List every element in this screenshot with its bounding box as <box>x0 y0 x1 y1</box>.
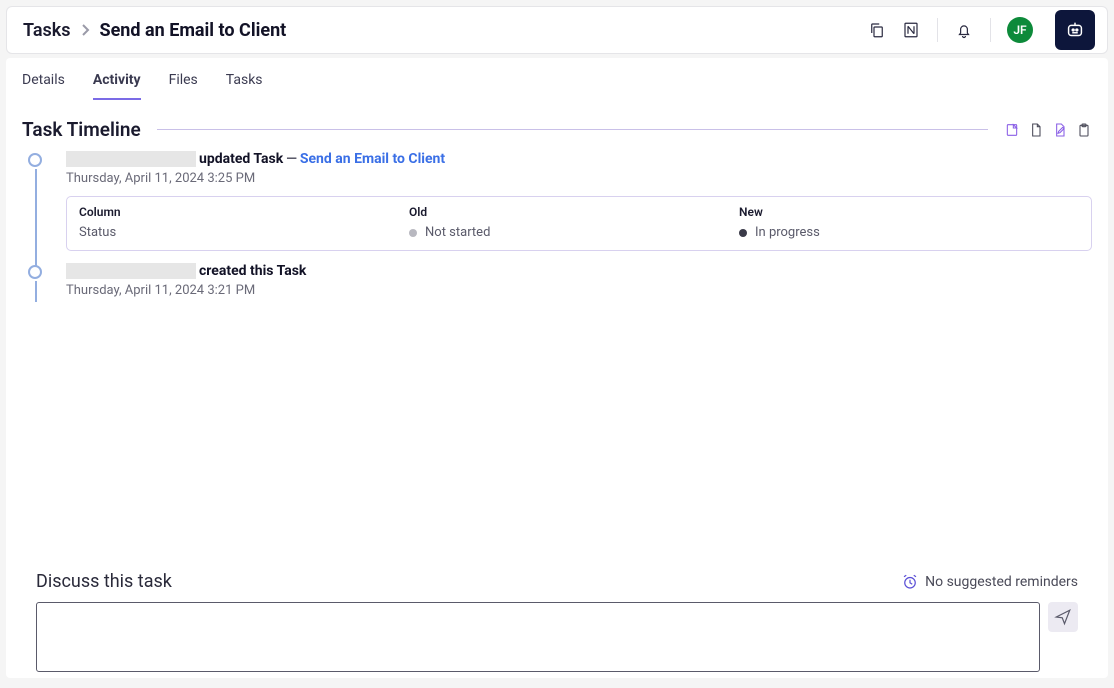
timeline-action: updated Task <box>199 151 283 167</box>
page-header: Tasks Send an Email to Client JF <box>6 6 1108 54</box>
change-new-value: In progress <box>755 225 820 240</box>
timeline-heading: created this Task <box>66 263 1092 279</box>
suggested-reminders[interactable]: No suggested reminders <box>901 573 1078 591</box>
col-head-column: Column <box>79 205 409 219</box>
timeline-timestamp: Thursday, April 11, 2024 3:25 PM <box>66 171 1092 186</box>
discuss-title: Discuss this task <box>36 571 172 592</box>
content-area: Details Activity Files Tasks Task Timeli… <box>6 58 1108 678</box>
divider <box>990 18 991 42</box>
divider <box>937 18 938 42</box>
reminders-text: No suggested reminders <box>925 574 1078 590</box>
timeline-item: updated Task — Send an Email to Client T… <box>66 151 1092 251</box>
status-dot-icon <box>409 229 417 237</box>
tab-files[interactable]: Files <box>169 72 198 100</box>
timeline-dot-icon <box>28 153 42 167</box>
tab-details[interactable]: Details <box>22 72 65 100</box>
change-column: Status <box>79 225 409 240</box>
clipboard-icon[interactable] <box>1076 122 1092 138</box>
section-actions <box>1004 122 1092 138</box>
timeline-timestamp: Thursday, April 11, 2024 3:21 PM <box>66 283 1092 298</box>
bell-icon[interactable] <box>954 20 974 40</box>
user-name-redacted <box>66 151 196 167</box>
divider-line <box>157 129 988 130</box>
timeline: updated Task — Send an Email to Client T… <box>6 151 1108 298</box>
change-table: Column Old New Status Not started In pro… <box>66 196 1092 251</box>
discuss-section: Discuss this task No suggested reminders <box>36 571 1078 672</box>
send-button[interactable] <box>1048 602 1078 632</box>
user-name-redacted <box>66 263 196 279</box>
col-head-new: New <box>739 205 1079 219</box>
dash-separator: — <box>286 151 297 167</box>
status-dot-icon <box>739 229 747 237</box>
file-download-icon[interactable] <box>1028 122 1044 138</box>
comment-composer <box>36 602 1078 672</box>
col-head-old: Old <box>409 205 739 219</box>
change-old-value: Not started <box>425 225 490 240</box>
timeline-heading: updated Task — Send an Email to Client <box>66 151 1092 167</box>
breadcrumb: Tasks Send an Email to Client <box>23 20 286 41</box>
note-add-icon[interactable] <box>1004 122 1020 138</box>
timeline-action: created this Task <box>199 263 306 279</box>
timeline-item: created this Task Thursday, April 11, 20… <box>66 263 1092 298</box>
tabs: Details Activity Files Tasks <box>6 58 1108 100</box>
section-header: Task Timeline <box>6 100 1108 151</box>
avatar[interactable]: JF <box>1007 17 1033 43</box>
alarm-clock-icon <box>901 573 919 591</box>
breadcrumb-root[interactable]: Tasks <box>23 20 71 41</box>
header-actions: JF <box>867 10 1095 50</box>
section-title: Task Timeline <box>22 118 141 141</box>
timeline-dot-icon <box>28 265 42 279</box>
tab-activity[interactable]: Activity <box>93 72 141 100</box>
copy-icon[interactable] <box>867 20 887 40</box>
timeline-connector <box>35 169 37 267</box>
chevron-right-icon <box>81 24 90 36</box>
timeline-connector <box>35 281 37 302</box>
tab-tasks[interactable]: Tasks <box>226 72 263 100</box>
page-title: Send an Email to Client <box>100 20 287 41</box>
assistant-button[interactable] <box>1055 10 1095 50</box>
comment-input[interactable] <box>36 602 1040 672</box>
task-link[interactable]: Send an Email to Client <box>300 151 445 167</box>
file-edit-icon[interactable] <box>1052 122 1068 138</box>
notion-icon[interactable] <box>901 20 921 40</box>
